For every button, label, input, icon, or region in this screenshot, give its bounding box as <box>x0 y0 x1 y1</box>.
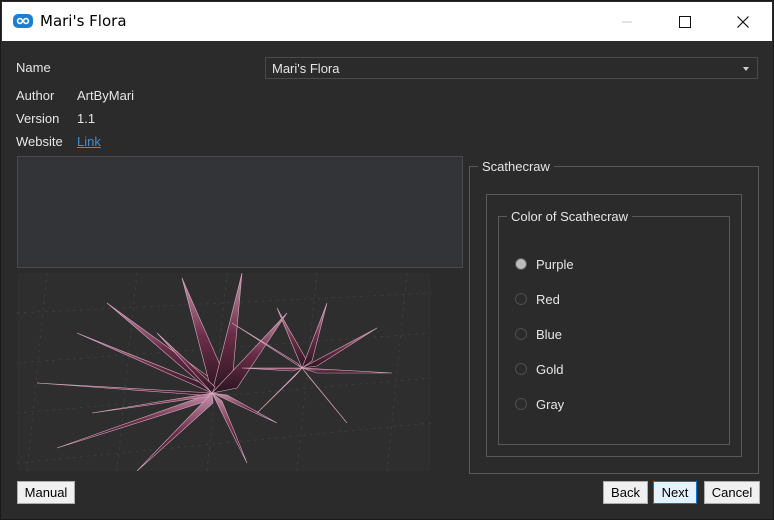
plant-preview-graphic <box>17 273 431 471</box>
manual-button[interactable]: Manual <box>17 481 75 504</box>
minimize-button[interactable] <box>598 2 656 41</box>
radio-button[interactable] <box>515 258 527 270</box>
radio-option-gold[interactable]: Gold <box>515 360 563 378</box>
back-button[interactable]: Back <box>603 481 648 504</box>
close-button[interactable] <box>714 2 772 41</box>
color-group-title: Color of Scathecraw <box>507 209 633 224</box>
name-dropdown[interactable]: Mari's Flora <box>265 57 758 79</box>
description-box <box>17 156 463 268</box>
next-button[interactable]: Next <box>653 481 697 504</box>
radio-option-blue[interactable]: Blue <box>515 325 562 343</box>
app-logo-icon <box>13 14 33 28</box>
radio-option-red[interactable]: Red <box>515 290 560 308</box>
radio-button[interactable] <box>515 363 527 375</box>
radio-label: Gray <box>536 396 565 412</box>
radio-label: Purple <box>536 256 574 272</box>
minimize-icon <box>622 21 632 22</box>
preview-image <box>17 273 431 471</box>
radio-option-purple[interactable]: Purple <box>515 255 574 273</box>
cancel-button[interactable]: Cancel <box>704 481 760 504</box>
author-value: ArtByMari <box>77 88 135 103</box>
maximize-button[interactable] <box>656 2 714 41</box>
name-label: Name <box>16 60 51 75</box>
author-label: Author <box>16 88 55 103</box>
radio-button[interactable] <box>515 293 527 305</box>
window-title: Mari's Flora <box>40 12 127 30</box>
radio-label: Gold <box>536 361 564 377</box>
name-dropdown-value: Mari's Flora <box>272 61 340 76</box>
website-label: Website <box>16 134 63 149</box>
installer-window: Mari's Flora Name Mari's Flora Author Ar… <box>0 0 774 520</box>
radio-label: Red <box>536 291 560 307</box>
version-value: 1.1 <box>77 111 96 126</box>
maximize-icon <box>679 15 691 28</box>
chevron-down-icon <box>743 67 749 71</box>
radio-label: Blue <box>536 326 563 342</box>
website-link[interactable]: Link <box>77 134 101 149</box>
title-bar[interactable]: Mari's Flora <box>2 2 772 41</box>
close-icon <box>737 15 749 28</box>
radio-button[interactable] <box>515 328 527 340</box>
radio-button[interactable] <box>515 398 527 410</box>
scathecraw-group-title: Scathecraw <box>478 159 554 174</box>
radio-option-gray[interactable]: Gray <box>515 395 564 413</box>
version-label: Version <box>16 111 60 126</box>
